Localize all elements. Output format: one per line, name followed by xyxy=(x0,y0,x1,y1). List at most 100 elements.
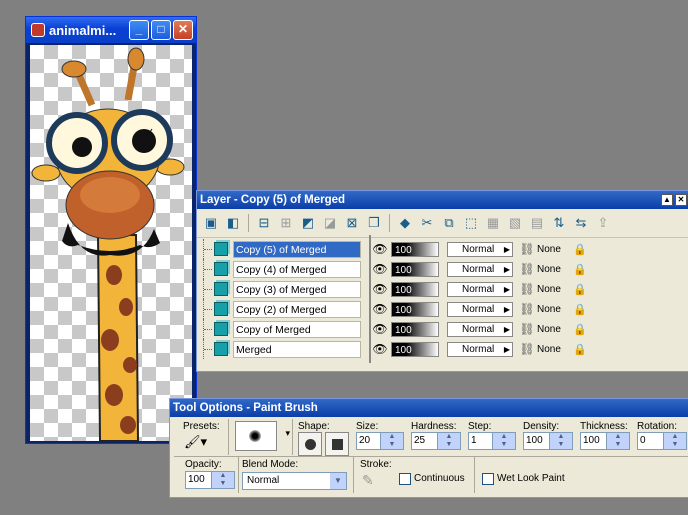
blend-mode-select[interactable]: Normal ▼ xyxy=(242,472,347,490)
lock-icon[interactable]: 🔒 xyxy=(573,303,587,316)
link-chain-icon[interactable]: ⛓ xyxy=(517,262,537,276)
step-input[interactable]: 1 ▲ ▼ xyxy=(468,432,516,450)
opacity-input[interactable]: 100 ▲ ▼ xyxy=(185,471,235,489)
link-chain-icon[interactable]: ⛓ xyxy=(517,282,537,296)
layer-name[interactable]: Copy of Merged xyxy=(233,320,361,338)
square-shape-button[interactable] xyxy=(325,432,349,456)
layer-blend-mode[interactable]: Normal xyxy=(447,341,513,357)
paste-as-layer-icon[interactable]: ⬚ xyxy=(461,213,481,233)
density-spin-arrows-icon[interactable]: ▲ ▼ xyxy=(549,433,572,449)
hardness-label: Hardness: xyxy=(411,421,457,432)
layer-thumbnail-icon xyxy=(214,322,228,336)
visibility-eye-icon[interactable]: 👁 xyxy=(369,262,391,276)
layer-row[interactable]: Copy (4) of Merged 👁 100 Normal ⛓ None 🔒 xyxy=(203,259,587,279)
merge-visible-icon[interactable]: ▤ xyxy=(527,213,547,233)
close-button[interactable]: ✕ xyxy=(173,20,193,40)
new-mask-layer-icon[interactable]: ⊞ xyxy=(276,213,296,233)
shape-label: Shape: xyxy=(298,421,330,432)
hardness-input[interactable]: 25 ▲ ▼ xyxy=(411,432,461,450)
visibility-eye-icon[interactable]: 👁 xyxy=(369,302,391,316)
layer-row[interactable]: Copy (2) of Merged 👁 100 Normal ⛓ None 🔒 xyxy=(203,299,587,319)
layer-opacity[interactable]: 100 xyxy=(391,281,439,297)
layer-row[interactable]: Copy of Merged 👁 100 Normal ⛓ None 🔒 xyxy=(203,319,587,339)
layer-opacity[interactable]: 100 xyxy=(391,341,439,357)
layer-name[interactable]: Copy (5) of Merged xyxy=(233,240,361,258)
layer-palette-titlebar[interactable]: Layer - Copy (5) of Merged ▲ ✕ xyxy=(197,191,688,209)
promote-layer-icon[interactable]: ⇪ xyxy=(593,213,613,233)
new-adjustment-layer-icon[interactable]: ◩ xyxy=(298,213,318,233)
lock-icon[interactable]: 🔒 xyxy=(573,243,587,256)
brush-tip-dropdown-icon[interactable]: ▾ xyxy=(285,428,290,439)
link-chain-icon[interactable]: ⛓ xyxy=(517,302,537,316)
layer-blend-mode[interactable]: Normal xyxy=(447,301,513,317)
layer-name[interactable]: Copy (2) of Merged xyxy=(233,300,361,318)
delete-layer-icon[interactable]: ⊠ xyxy=(342,213,362,233)
maximize-button[interactable]: □ xyxy=(151,20,171,40)
visibility-eye-icon[interactable]: 👁 xyxy=(369,322,391,336)
lock-icon[interactable]: 🔒 xyxy=(573,283,587,296)
hardness-spin-arrows-icon[interactable]: ▲ ▼ xyxy=(437,433,460,449)
new-vector-layer-icon[interactable]: ◧ xyxy=(223,213,243,233)
rotation-spin-arrows-icon[interactable]: ▲ ▼ xyxy=(663,433,686,449)
step-spin-arrows-icon[interactable]: ▲ ▼ xyxy=(492,433,515,449)
rotation-input[interactable]: 0 ▲ ▼ xyxy=(637,432,687,450)
layer-opacity[interactable]: 100 xyxy=(391,321,439,337)
stroke-label: Stroke: xyxy=(360,459,392,470)
density-input[interactable]: 100 ▲ ▼ xyxy=(523,432,573,450)
brush-tip-preview[interactable]: ▾ xyxy=(235,421,290,451)
link-chain-icon[interactable]: ⛓ xyxy=(517,342,537,356)
layer-link-status: None xyxy=(537,323,561,335)
thickness-input[interactable]: 100 ▲ ▼ xyxy=(580,432,630,450)
presets-brush-icon[interactable]: 🖌▾ xyxy=(184,434,218,452)
layer-opacity[interactable]: 100 xyxy=(391,261,439,277)
lock-icon[interactable]: 🔒 xyxy=(573,323,587,336)
layer-row[interactable]: Copy (5) of Merged 👁 100 Normal ⛓ None 🔒 xyxy=(203,239,587,259)
layer-blend-mode[interactable]: Normal xyxy=(447,281,513,297)
visibility-eye-icon[interactable]: 👁 xyxy=(369,282,391,296)
copy-icon[interactable]: ⧉ xyxy=(439,213,459,233)
layer-blend-mode[interactable]: Normal xyxy=(447,261,513,277)
lock-icon[interactable]: 🔒 xyxy=(573,343,587,356)
new-layer-group-icon[interactable]: ⊟ xyxy=(254,213,274,233)
layer-name[interactable]: Copy (3) of Merged xyxy=(233,280,361,298)
new-raster-layer-icon[interactable]: ▣ xyxy=(201,213,221,233)
cut-icon[interactable]: ✂ xyxy=(417,213,437,233)
layer-name[interactable]: Copy (4) of Merged xyxy=(233,260,361,278)
layer-name[interactable]: Merged xyxy=(233,340,361,358)
wet-look-paint-checkbox[interactable] xyxy=(482,473,494,485)
duplicate-layer-icon[interactable]: ❐ xyxy=(364,213,384,233)
chevron-down-icon[interactable]: ▼ xyxy=(330,473,346,489)
new-art-media-layer-icon[interactable]: ◪ xyxy=(320,213,340,233)
round-shape-button[interactable] xyxy=(298,432,322,456)
palette-collapse-button[interactable]: ▲ xyxy=(661,194,673,206)
image-canvas[interactable] xyxy=(30,45,192,441)
minimize-button[interactable]: _ xyxy=(129,20,149,40)
tool-options-titlebar[interactable]: Tool Options - Paint Brush xyxy=(170,399,688,417)
layer-opacity[interactable]: 100 xyxy=(391,301,439,317)
size-input[interactable]: 20 ▲ ▼ xyxy=(356,432,404,450)
stroke-icon[interactable]: ✎ xyxy=(362,472,374,489)
palette-close-button[interactable]: ✕ xyxy=(675,194,687,206)
layer-properties-icon[interactable]: ◆ xyxy=(395,213,415,233)
move-up-icon[interactable]: ⇅ xyxy=(549,213,569,233)
layer-row[interactable]: Copy (3) of Merged 👁 100 Normal ⛓ None 🔒 xyxy=(203,279,587,299)
layer-opacity[interactable]: 100 xyxy=(391,241,439,257)
opacity-spin-arrows-icon[interactable]: ▲ ▼ xyxy=(211,472,234,488)
layer-blend-mode[interactable]: Normal xyxy=(447,321,513,337)
link-chain-icon[interactable]: ⛓ xyxy=(517,242,537,256)
size-spin-arrows-icon[interactable]: ▲ ▼ xyxy=(380,433,403,449)
lock-icon[interactable]: 🔒 xyxy=(573,263,587,276)
visibility-eye-icon[interactable]: 👁 xyxy=(369,242,391,256)
arrange-icon[interactable]: ⇆ xyxy=(571,213,591,233)
thickness-spin-arrows-icon[interactable]: ▲ ▼ xyxy=(606,433,629,449)
link-chain-icon[interactable]: ⛓ xyxy=(517,322,537,336)
merge-group-icon[interactable]: ▧ xyxy=(505,213,525,233)
presets-label: Presets: xyxy=(183,421,220,432)
layer-blend-mode[interactable]: Normal xyxy=(447,241,513,257)
layer-row[interactable]: Merged 👁 100 Normal ⛓ None 🔒 xyxy=(203,339,587,359)
visibility-eye-icon[interactable]: 👁 xyxy=(369,342,391,356)
image-window-titlebar[interactable]: animalmi... _ □ ✕ xyxy=(26,17,196,43)
merge-down-icon[interactable]: ▦ xyxy=(483,213,503,233)
density-label: Density: xyxy=(523,421,560,432)
continuous-checkbox[interactable] xyxy=(399,473,411,485)
